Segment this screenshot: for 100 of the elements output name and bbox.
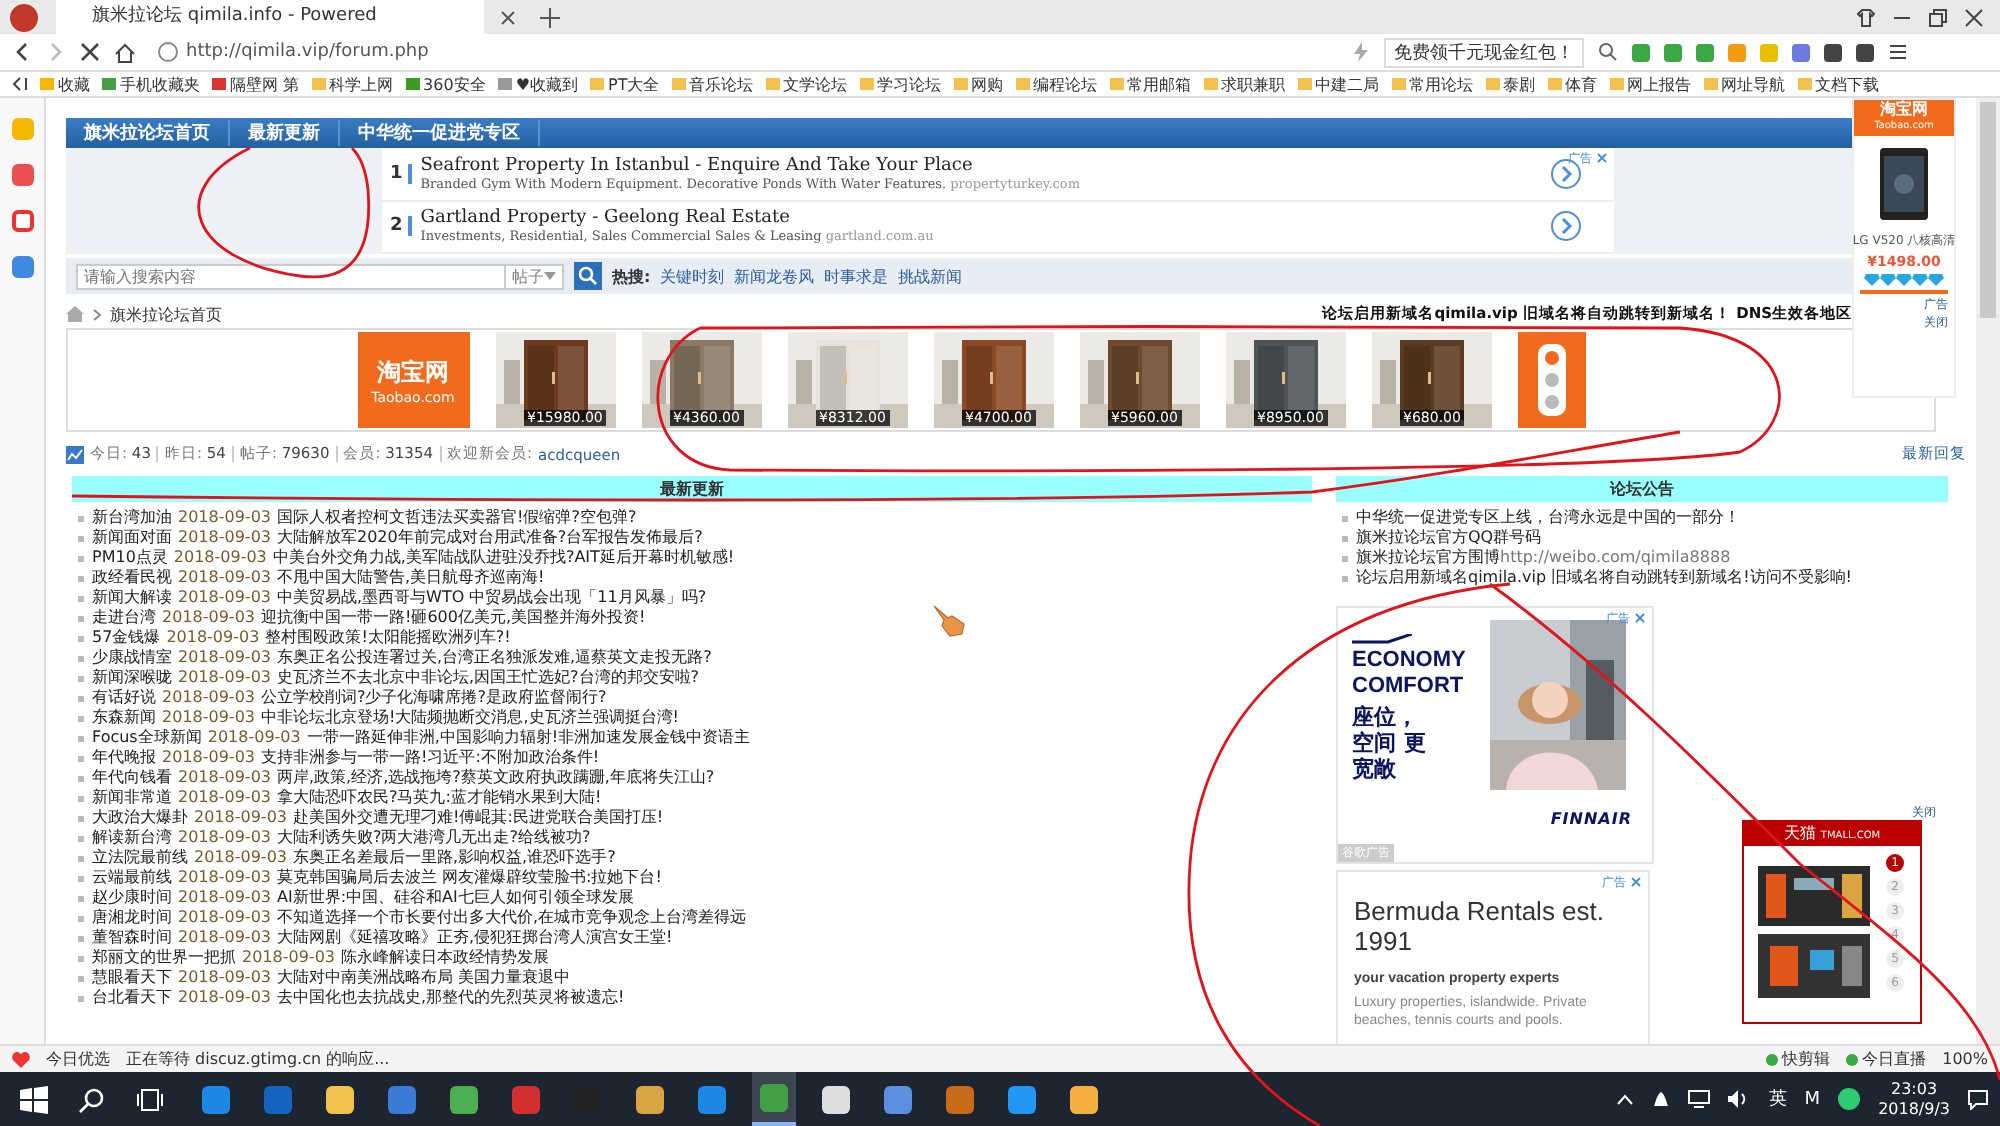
news-link[interactable]: 董智森时间 2018-09-03 大陆网剧《延禧攻略》正夯,侵犯狂掷台湾人演宫女王堂!	[72, 928, 1312, 948]
chevron-icon[interactable]	[1616, 1093, 1635, 1105]
caret-icon[interactable]	[544, 272, 556, 280]
task-view-icon[interactable]	[136, 1085, 164, 1113]
home-icon[interactable]	[114, 41, 136, 63]
hot-search-link[interactable]: 挑战新闻	[898, 265, 963, 287]
ad-number: 1	[390, 163, 413, 184]
bookmark-item[interactable]: 手机收藏夹	[102, 73, 200, 95]
shirt-icon[interactable]	[1856, 7, 1876, 27]
news-link[interactable]: 台北看天下 2018-09-03 去中国化也去抗战史,那整代的先烈英灵将被遗忘!	[72, 988, 1312, 1008]
nav-link[interactable]: 旗米拉论坛首页	[66, 120, 230, 146]
swoosh-icon	[1352, 634, 1412, 644]
news-link[interactable]: 少康战情室 2018-09-03 东奥正名公投连署过关,台湾正名独派发难,逼蔡英文走投无路?	[72, 648, 1312, 668]
bookmark-item[interactable]: 网址导航	[1703, 73, 1786, 95]
bookmark-item[interactable]: 网上报告	[1609, 73, 1692, 95]
zoom-level[interactable]: 100%	[1942, 1050, 1988, 1068]
status-message: 正在等待 discuz.gtimg.cn 的响应...	[126, 1048, 390, 1070]
announcement-link[interactable]: 旗米拉论坛官方围博http://weibo.com/qimila8888	[1336, 548, 1948, 568]
menu-icon[interactable]	[1888, 42, 1908, 62]
search-scope-dropdown[interactable]: 帖子	[504, 263, 564, 289]
nav-link[interactable]: 最新更新	[230, 120, 340, 146]
news-link[interactable]: 年代晚报 2018-09-03 支持非洲参与一带一路!习近平:不附加政治条件!	[72, 748, 1312, 768]
status-link[interactable]: 快剪辑	[1766, 1048, 1831, 1070]
bookmark-item[interactable]: 中建二局	[1297, 73, 1380, 95]
news-link[interactable]: 赵少康时间 2018-09-03 AI新世界:中国、硅谷和AI七巨人如何引领全球发展	[72, 888, 1312, 908]
announcement-link[interactable]: 旗米拉论坛官方QQ群号码	[1336, 528, 1948, 548]
news-link[interactable]: 立法院最前线 2018-09-03 东奥正名差最后一里路,影响权益,谁恐吓选手?	[72, 848, 1312, 868]
browser-tab[interactable]: 旗米拉论坛 qimila.info - Powered	[56, 0, 484, 34]
bell-icon[interactable]	[1652, 1089, 1671, 1109]
news-link[interactable]: PM10点灵 2018-09-03 中美台外交角力战,美军陆战队进驻没乔找?AIT延后开幕时机敏感!	[72, 548, 1312, 568]
news-link[interactable]: 新闻面对面 2018-09-03 大陆解放军2020年前完成对台用武准备?台军报告发佈最后?	[72, 528, 1312, 548]
status-link[interactable]: 今日优选	[46, 1048, 110, 1070]
news-link[interactable]: 57金钱爆 2018-09-03 整村围殴政策!太阳能摇欧洲列车?!	[72, 628, 1312, 648]
bookmark-item[interactable]: 网购	[953, 73, 1004, 95]
search-icon[interactable]	[78, 1085, 106, 1113]
news-link[interactable]: 新闻大解读 2018-09-03 中美贸易战,墨西哥与WTO 中贸易战会出现「11月风暴」吗?	[72, 588, 1312, 608]
address-field[interactable]: http://qimila.vip/forum.php	[150, 38, 1338, 66]
bookmark-item[interactable]: 体育	[1547, 73, 1598, 95]
nav-link[interactable]: 中华统一促进党专区	[340, 120, 540, 146]
bookmark-item[interactable]: 泰剧	[1485, 73, 1536, 95]
close-icon[interactable]	[500, 9, 516, 25]
arrow-button-icon[interactable]	[1550, 210, 1582, 243]
announcement-link[interactable]: 中华统一促进党专区上线，台湾永远是中国的一部分！	[1336, 508, 1948, 528]
input-method-indicator[interactable]: M	[1804, 1089, 1821, 1109]
news-link[interactable]: 慧眼看天下 2018-09-03 大陆对中南美洲战略布局 美国力量衰退中	[72, 968, 1312, 988]
traffic-light-icon[interactable]	[1517, 332, 1585, 428]
bookmark-item[interactable]: 求职兼职	[1203, 73, 1286, 95]
news-link[interactable]: 有话好说 2018-09-03 公立学校削词?少子化海啸席捲?是政府监督闹行?	[72, 688, 1312, 708]
ad-title[interactable]: Seafront Property In Istanbul - Enquire And Take Your Place	[420, 155, 1542, 176]
avatar-icon[interactable]	[8, 1, 40, 33]
news-link[interactable]: 东森新闻 2018-09-03 中非论坛北京登场!大陆频抛断交消息,史瓦济兰强调挺台湾!	[72, 708, 1312, 728]
news-link[interactable]: 政经看民视 2018-09-03 不甩中国大陆警告,美日航母齐巡南海!	[72, 568, 1312, 588]
news-link[interactable]: 新闻深喉咙 2018-09-03 史瓦济兰不去北京中非论坛,因国王忙选妃?台湾的邦交安啦?	[72, 668, 1312, 688]
news-link[interactable]: 解读新台湾 2018-09-03 大陆利诱失败?两大港湾几无出走?给线被功?	[72, 828, 1312, 848]
new-tab-icon[interactable]	[540, 7, 560, 27]
scrollbar-thumb[interactable]	[1980, 102, 1996, 318]
restore-icon[interactable]	[1928, 7, 1948, 27]
news-link[interactable]: Focus全球新闻 2018-09-03 一带一路延伸非洲,中国影响力辐射!非洲加速发展金钱中资语主	[72, 728, 1312, 748]
windows-start-icon[interactable]	[20, 1085, 48, 1113]
bookmark-item[interactable]: 音乐论坛	[671, 73, 754, 95]
sidebar-toggle-icon[interactable]	[12, 76, 28, 92]
close-icon[interactable]	[1964, 7, 1984, 27]
bookmark-item[interactable]: 科学上网	[311, 73, 394, 95]
language-indicator[interactable]: 英	[1768, 1086, 1787, 1112]
bookmark-item[interactable]: 学习论坛	[859, 73, 942, 95]
network-icon[interactable]	[1688, 1090, 1711, 1108]
bookmark-item[interactable]: ♥收藏到	[497, 73, 578, 95]
volume-icon[interactable]	[1728, 1090, 1751, 1108]
bookmark-item[interactable]: 常用邮箱	[1109, 73, 1192, 95]
news-link[interactable]: 大政治大爆卦 2018-09-03 赴美国外交遭无理刁难!傅崐萁:民进党联合美国打压!	[72, 808, 1312, 828]
promo-link[interactable]: 免费领千元现金红包！	[1384, 37, 1584, 67]
bookmark-item[interactable]: 编程论坛	[1015, 73, 1098, 95]
hot-search-link[interactable]: 关键时刻	[660, 265, 725, 287]
news-link[interactable]: 唐湘龙时间 2018-09-03 不知道选择一个市长要付出多大代价,在城市竞争观念上台湾差得远	[72, 908, 1312, 928]
security-icon[interactable]	[1838, 1088, 1861, 1110]
clock[interactable]: 23:03 2018/9/3	[1878, 1079, 1950, 1119]
bookmark-item[interactable]: 文档下载	[1797, 73, 1880, 95]
back-icon[interactable]	[12, 42, 32, 62]
bookmark-item[interactable]: 隔壁网 第	[212, 73, 300, 95]
action-center-icon[interactable]	[1968, 1089, 1988, 1109]
heart-icon[interactable]	[12, 1051, 30, 1067]
hot-search-link[interactable]: 时事求是	[824, 265, 889, 287]
news-link[interactable]: 走进台湾 2018-09-03 迎抗衡中国一带一路!砸600亿美元,美国整并海外投资!	[72, 608, 1312, 628]
news-link[interactable]: 新台湾加油 2018-09-03 国际人权者控柯文哲违法买卖器官!假缩弹?空包弹?	[72, 508, 1312, 528]
news-link[interactable]: 郑丽文的世界一把抓 2018-09-03 陈永峰解读日本政经情势发展	[72, 948, 1312, 968]
news-link[interactable]: 云端最前线 2018-09-03 莫克韩国骗局后去波兰 网友灌爆辟纹莹脸书:拉她下台!	[72, 868, 1312, 888]
stop-icon[interactable]	[80, 42, 100, 62]
announcement-link[interactable]: 论坛启用新域名qimila.vip 旧域名将自动跳转到新域名!访问不受影响!	[1336, 568, 1948, 588]
search-field[interactable]: 请输入搜索内容	[76, 263, 506, 289]
hot-search-link[interactable]: 新闻龙卷风	[734, 265, 815, 287]
news-link[interactable]: 新闻非常道 2018-09-03 拿大陆恐吓农民?马英九:蓝才能销水果到大陆!	[72, 788, 1312, 808]
bookmark-item[interactable]: 360安全	[405, 73, 486, 95]
bookmark-item[interactable]: 常用论坛	[1391, 73, 1474, 95]
bookmark-item[interactable]: 文学论坛	[765, 73, 848, 95]
bookmark-item[interactable]: 收藏	[40, 73, 90, 95]
bookmark-item[interactable]: PT大全	[590, 73, 660, 95]
status-link[interactable]: 今日直播	[1846, 1048, 1927, 1070]
breadcrumb-link[interactable]: 旗米拉论坛首页	[110, 303, 222, 325]
news-link[interactable]: 年代向钱看 2018-09-03 两岸,政策,经济,选战拖垮?蔡英文政府执政蹒跚,年底将失江山?	[72, 768, 1312, 788]
ad-title[interactable]: Gartland Property - Geelong Real Estate	[420, 208, 1542, 229]
